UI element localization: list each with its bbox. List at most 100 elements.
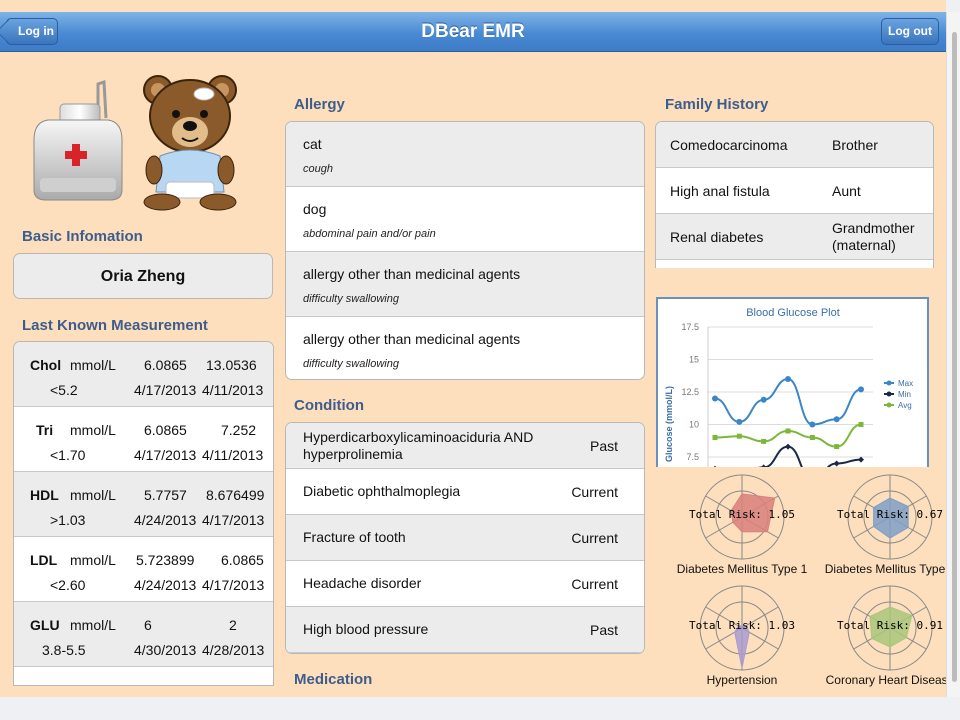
chart-y-tick: 15	[689, 355, 699, 365]
legend-marker	[886, 380, 892, 386]
family-history-item-partial	[656, 260, 933, 268]
app-frame: Log in DBear EMR Log out Basic Infomatio…	[0, 0, 946, 697]
condition-item[interactable]: High blood pressure Past	[286, 607, 644, 653]
data-point	[760, 396, 767, 403]
condition-heading: Condition	[294, 397, 364, 414]
data-point	[858, 386, 864, 393]
measurement-list: Chol mmol/L <5.2 6.0865 4/17/2013 13.0536 4/11…	[13, 341, 274, 686]
risk-total: Total Risk: 0.91	[837, 619, 943, 632]
data-point	[761, 464, 767, 467]
login-label: Log in	[18, 24, 54, 38]
data-point	[809, 421, 816, 428]
measurement-unit: mmol/L	[70, 552, 116, 568]
measurement-name: HDL	[30, 487, 59, 503]
allergy-name: allergy other than medicinal agents	[303, 266, 521, 282]
condition-status: Current	[571, 530, 618, 546]
family-history-list: Comedocarcinoma Brother High anal fistula A…	[655, 121, 934, 268]
measurement-value-1: 6	[144, 617, 152, 633]
measurement-row: LDL mmol/L <2.60 5.723899 4/24/2013 6.0865 4/1…	[14, 537, 273, 602]
condition-name: Diabetic ophthalmoplegia	[303, 483, 461, 499]
chart-y-tick: 10	[689, 420, 699, 430]
data-point	[712, 435, 718, 440]
app-title: DBear EMR	[421, 21, 525, 42]
family-history-item[interactable]: Renal diabetes Grandmother (maternal)	[656, 214, 933, 260]
measurement-value-1: 6.0865	[144, 422, 187, 438]
allergy-reaction: difficulty swallowing	[303, 358, 399, 370]
condition-item[interactable]: Diabetic ophthalmoplegia Current	[286, 469, 644, 515]
family-condition: Renal diabetes	[670, 229, 764, 245]
data-point	[785, 428, 791, 434]
condition-item[interactable]: Fracture of tooth Current	[286, 515, 644, 561]
family-history-item[interactable]: High anal fistula Aunt	[656, 168, 933, 214]
allergy-list: cat cough dog abdominal pain and/or pain all…	[285, 121, 645, 380]
risk-chart[interactable]: Total Risk: 0.91 Coronary Heart Disease	[820, 583, 946, 691]
radar-area	[734, 625, 750, 669]
data-point	[761, 438, 767, 444]
measurement-date-1: 4/17/2013	[134, 447, 197, 463]
medical-kit-icon	[33, 79, 123, 201]
allergy-item[interactable]: cat cough	[286, 122, 644, 187]
allergy-name: cat	[303, 136, 322, 152]
risk-total: Total Risk: 1.05	[689, 508, 795, 521]
measurement-name: GLU	[30, 617, 60, 633]
data-point	[736, 418, 743, 425]
allergy-reaction: difficulty swallowing	[303, 293, 399, 305]
allergy-name: dog	[303, 201, 327, 217]
measurement-unit: mmol/L	[70, 617, 116, 633]
measurement-date-1: 4/17/2013	[134, 382, 197, 398]
glucose-chart-panel: Blood Glucose Plot 17.5 15 12.5 10 7.5 Glucose…	[656, 297, 929, 467]
measurement-value-2: 13.0536	[206, 357, 257, 373]
measurement-value-1: 5.7757	[144, 487, 187, 503]
allergy-reaction: cough	[303, 163, 333, 175]
measurement-value-1: 6.0865	[144, 357, 187, 373]
data-point	[785, 376, 791, 382]
condition-status: Past	[589, 438, 618, 454]
measurement-name: LDL	[30, 552, 58, 568]
scrollbar[interactable]	[946, 12, 960, 697]
measurement-date-1: 4/24/2013	[134, 577, 197, 593]
scroll-thumb[interactable]	[952, 32, 957, 682]
measurement-row: GLU mmol/L 3.8-5.5 6 4/30/2013 2 4/28/2013	[14, 602, 273, 667]
measurement-date-2: 4/28/2013	[202, 642, 265, 658]
risk-label: Diabetes Mellitus Type 1	[676, 562, 808, 576]
condition-name: Headache disorder	[303, 575, 422, 591]
family-history-item[interactable]: Comedocarcinoma Brother	[656, 122, 933, 168]
condition-item[interactable]: Hyperdicarboxylicaminoaciduria AND hyper…	[286, 423, 644, 469]
measurement-row: Tri mmol/L <1.70 6.0865 4/17/2013 7.252 4/11/2…	[14, 407, 273, 472]
measurement-name: Tri	[36, 422, 54, 438]
logout-button[interactable]: Log out	[881, 18, 939, 45]
data-point	[713, 465, 717, 467]
data-point	[834, 444, 840, 450]
condition-name: High blood pressure	[303, 621, 429, 637]
measurement-value-2: 6.0865	[221, 552, 264, 568]
allergy-heading: Allergy	[294, 96, 345, 113]
measurement-range: <5.2	[50, 382, 78, 398]
measurement-date-1: 4/30/2013	[134, 642, 197, 658]
chart-y-tick: 12.5	[681, 387, 699, 397]
measurement-row: Chol mmol/L <5.2 6.0865 4/17/2013 13.0536 4/11…	[14, 342, 273, 407]
measurement-date-2: 4/17/2013	[202, 577, 265, 593]
data-point	[736, 433, 742, 439]
risk-chart[interactable]: Total Risk: 1.05 Diabetes Mellitus Type 1	[672, 472, 812, 580]
condition-name: Hyperdicarboxylicaminoaciduria AND hyper…	[303, 429, 534, 462]
risk-chart[interactable]: Total Risk: 1.03 Hypertension	[672, 583, 812, 691]
condition-list: Hyperdicarboxylicaminoaciduria AND hyper…	[285, 422, 645, 654]
family-relation: Grandmother (maternal)	[832, 220, 915, 253]
measurement-row: HDL mmol/L >1.03 5.7757 4/24/2013 8.676499 4/1…	[14, 472, 273, 537]
allergy-item[interactable]: allergy other than medicinal agents diffi…	[286, 252, 644, 317]
risk-total: Total Risk: 1.03	[689, 619, 795, 632]
risk-label: Coronary Heart Disease	[825, 673, 946, 687]
family-history-heading: Family History	[665, 96, 769, 113]
risk-chart[interactable]: Total Risk: 0.67 Diabetes Mellitus Type 2	[820, 472, 946, 580]
allergy-item[interactable]: allergy other than medicinal agents diffi…	[286, 317, 644, 379]
glucose-chart: Blood Glucose Plot 17.5 15 12.5 10 7.5 Glucose…	[664, 307, 913, 467]
measurement-range: <2.60	[50, 577, 86, 593]
condition-status: Current	[571, 484, 618, 500]
data-point	[833, 460, 840, 467]
condition-name: Fracture of tooth	[303, 529, 406, 545]
measurement-value-2: 2	[229, 617, 237, 633]
allergy-item[interactable]: dog abdominal pain and/or pain	[286, 187, 644, 252]
condition-item[interactable]: Headache disorder Current	[286, 561, 644, 607]
family-relation: Aunt	[832, 183, 861, 199]
risk-label: Diabetes Mellitus Type 2	[824, 562, 946, 576]
